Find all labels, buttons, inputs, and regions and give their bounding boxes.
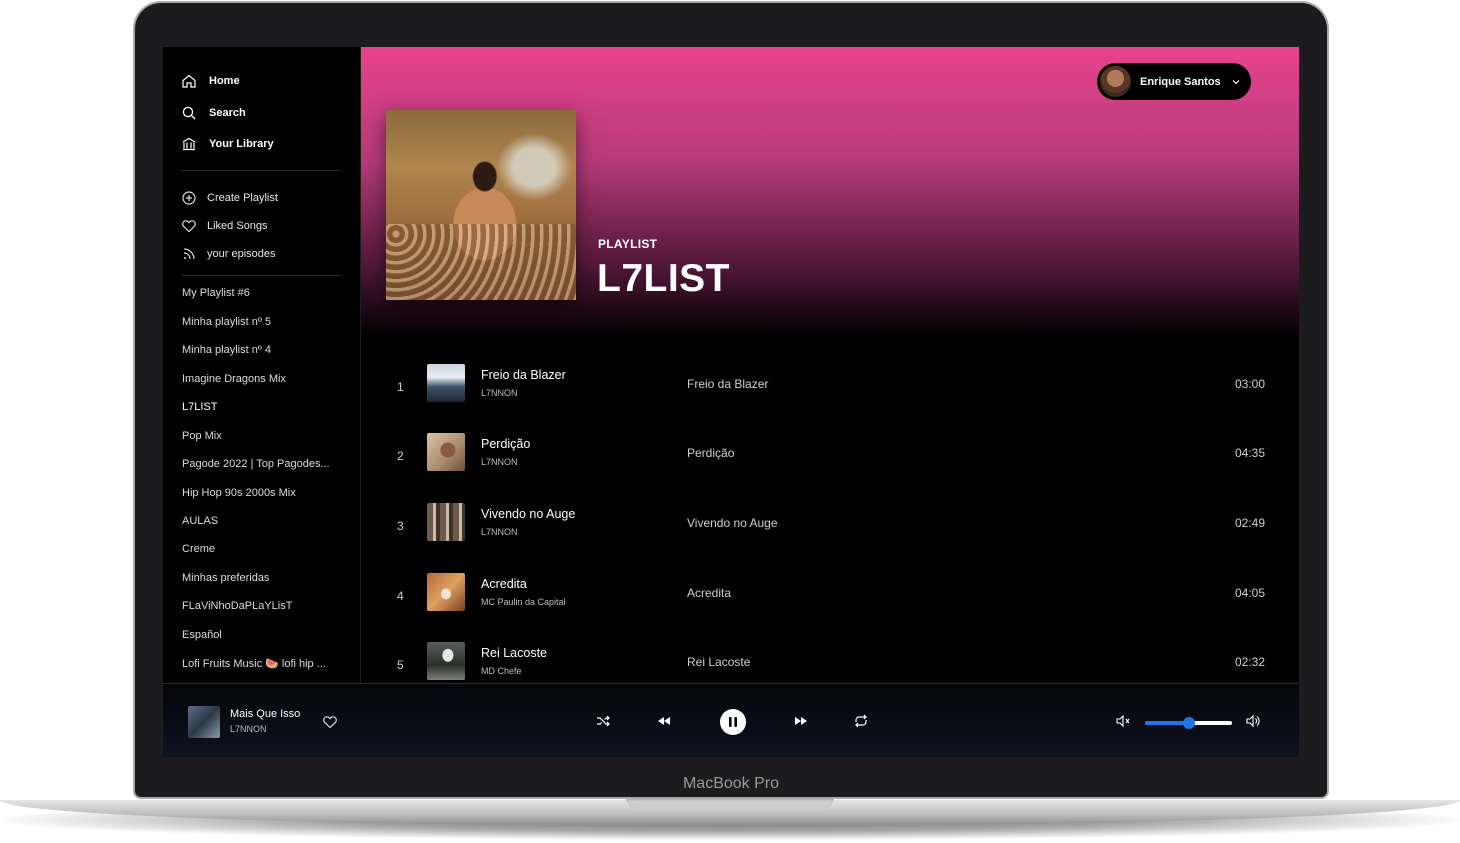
sidebar-divider (181, 170, 341, 171)
volume-icon[interactable] (1245, 713, 1261, 729)
track-row[interactable]: 2 Perdição L7NNON Perdição 04:35 (361, 433, 1299, 483)
home-icon (182, 74, 196, 88)
track-number: 3 (397, 519, 404, 533)
user-menu-button[interactable]: Enrique Santos (1097, 63, 1251, 100)
sidebar: Home Search Your Library Create Playlist… (163, 47, 361, 683)
track-title: Perdição (481, 437, 531, 451)
track-title: Acredita (481, 577, 527, 591)
sidebar-playlist-item[interactable]: Hip Hop 90s 2000s Mix (182, 487, 342, 499)
create-playlist-button[interactable]: Create Playlist (181, 190, 278, 206)
track-thumbnail (427, 573, 465, 611)
track-title: Vivendo no Auge (481, 507, 576, 521)
sidebar-playlist-item[interactable]: Minha playlist nº 5 (182, 316, 342, 328)
previous-icon[interactable] (656, 713, 672, 729)
track-artist[interactable]: L7NNON (481, 388, 518, 398)
your-episodes-button[interactable]: your episodes (181, 246, 276, 262)
sidebar-playlist-item[interactable]: Minhas preferidas (182, 572, 342, 584)
volume-fill (1145, 721, 1189, 725)
now-playing-thumbnail[interactable] (188, 706, 220, 738)
track-number: 1 (397, 380, 404, 394)
sidebar-playlist-item[interactable]: Creme (182, 543, 342, 555)
player-bar: Mais Que Isso L7NNON (163, 683, 1299, 757)
nav-home[interactable]: Home (181, 73, 240, 89)
sidebar-playlist-item[interactable]: Imagine Dragons Mix (182, 373, 342, 385)
mute-icon[interactable] (1115, 713, 1131, 729)
sidebar-playlist-item[interactable]: AULAS (182, 515, 342, 527)
create-playlist-label: Create Playlist (207, 192, 278, 204)
now-playing-title[interactable]: Mais Que Isso (230, 708, 300, 720)
volume-slider[interactable] (1145, 717, 1232, 729)
nav-library[interactable]: Your Library (181, 136, 274, 152)
plus-circle-icon (182, 191, 196, 205)
rss-icon (183, 248, 195, 260)
search-icon (182, 106, 196, 120)
chevron-down-icon (1232, 80, 1240, 85)
track-row[interactable]: 3 Vivendo no Auge L7NNON Vivendo no Auge… (361, 503, 1299, 553)
track-duration: 04:05 (1234, 586, 1265, 600)
like-heart-icon[interactable] (322, 714, 338, 730)
your-episodes-label: your episodes (207, 248, 276, 260)
track-duration: 04:35 (1234, 446, 1265, 460)
track-album[interactable]: Acredita (687, 586, 731, 600)
track-duration: 02:49 (1234, 516, 1265, 530)
track-thumbnail (427, 433, 465, 471)
track-artist[interactable]: MC Paulin da Capital (481, 597, 566, 607)
track-artist[interactable]: L7NNON (481, 527, 518, 537)
pause-button[interactable] (720, 709, 746, 735)
track-title: Freio da Blazer (481, 368, 566, 382)
track-duration: 03:00 (1234, 377, 1265, 391)
playlist-cover-image (386, 110, 576, 300)
nav-search-label: Search (209, 107, 246, 119)
track-row[interactable]: 1 Freio da Blazer L7NNON Freio da Blazer… (361, 364, 1299, 414)
app-screen: Home Search Your Library Create Playlist… (163, 47, 1299, 757)
track-album[interactable]: Rei Lacoste (687, 655, 750, 669)
sidebar-playlist-item[interactable]: Minha playlist nº 4 (182, 344, 342, 356)
track-album[interactable]: Freio da Blazer (687, 377, 768, 391)
sidebar-playlist-item-active[interactable]: L7LIST (182, 401, 342, 413)
track-duration: 02:32 (1234, 655, 1265, 669)
track-row[interactable]: 4 Acredita MC Paulin da Capital Acredita… (361, 573, 1299, 623)
nav-home-label: Home (209, 75, 240, 87)
sidebar-playlist-item[interactable]: Pop Mix (182, 430, 342, 442)
track-artist[interactable]: MD Chefe (481, 666, 522, 676)
laptop-hinge-notch (626, 797, 834, 809)
track-thumbnail (427, 503, 465, 541)
track-album[interactable]: Vivendo no Auge (687, 516, 778, 530)
track-album[interactable]: Perdição (687, 446, 734, 460)
track-number: 4 (397, 589, 404, 603)
next-icon[interactable] (793, 713, 809, 729)
track-thumbnail (427, 364, 465, 402)
playlist-title: L7LIST (597, 257, 731, 300)
nav-library-label: Your Library (209, 138, 274, 150)
main-content: Enrique Santos PLAYLIST L7LIST 1 Freio d… (361, 47, 1299, 683)
liked-songs-button[interactable]: Liked Songs (181, 218, 268, 234)
track-title: Rei Lacoste (481, 646, 548, 660)
nav-search[interactable]: Search (181, 105, 246, 121)
sidebar-playlist-item[interactable]: FLaViNhoDaPLaYLisT (182, 600, 342, 612)
sidebar-playlist-item[interactable]: Pagode 2022 | Top Pagodes... (182, 458, 342, 470)
avatar (1100, 66, 1131, 97)
sidebar-playlist-item[interactable]: Español (182, 629, 342, 641)
library-icon (182, 137, 196, 151)
track-number: 2 (397, 449, 404, 463)
volume-handle[interactable] (1182, 717, 1195, 729)
track-row[interactable]: 5 Rei Lacoste MD Chefe Rei Lacoste 02:32 (361, 642, 1299, 683)
liked-songs-label: Liked Songs (207, 220, 268, 232)
device-label: MacBook Pro (682, 775, 780, 792)
track-artist[interactable]: L7NNON (481, 457, 518, 467)
shuffle-icon[interactable] (595, 713, 611, 729)
track-number: 5 (397, 658, 404, 672)
heart-icon (182, 220, 196, 233)
repeat-icon[interactable] (853, 713, 869, 729)
playlist-type-label: PLAYLIST (598, 237, 658, 251)
sidebar-playlist-item[interactable]: My Playlist #6 (182, 287, 342, 299)
sidebar-divider (181, 275, 341, 276)
sidebar-playlist-item[interactable]: Lofi Fruits Music 🍉 lofi hip ... (182, 657, 342, 670)
user-name: Enrique Santos (1140, 75, 1221, 88)
track-thumbnail (427, 642, 465, 680)
now-playing-artist[interactable]: L7NNON (230, 724, 267, 734)
pause-icon (729, 717, 737, 727)
